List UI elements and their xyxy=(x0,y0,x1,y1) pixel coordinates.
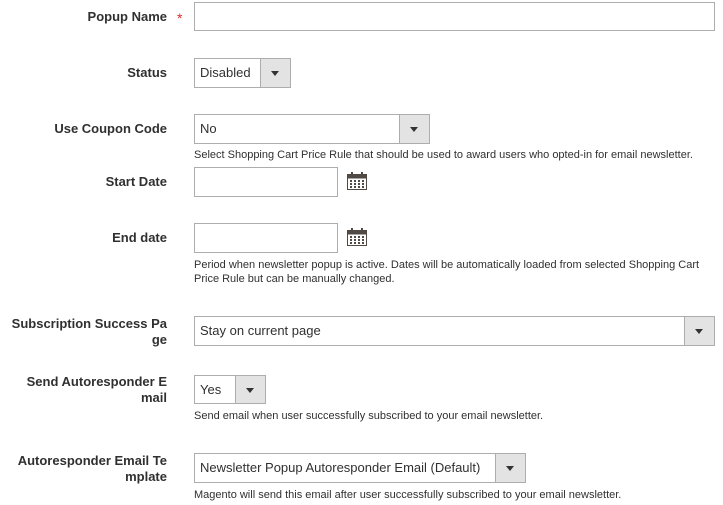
autoresponder-template-dropdown-button[interactable] xyxy=(495,454,525,482)
autoresponder-template-label-line2: mplate xyxy=(125,469,167,484)
start-date-label: Start Date xyxy=(105,174,167,189)
start-date-input[interactable] xyxy=(194,167,338,197)
chevron-down-icon xyxy=(271,71,279,76)
status-value: Disabled xyxy=(200,65,251,80)
autoresponder-template-select[interactable]: Newsletter Popup Autoresponder Email (De… xyxy=(194,453,526,483)
send-autoresponder-select[interactable]: Yes xyxy=(194,375,266,404)
use-coupon-note: Select Shopping Cart Price Rule that sho… xyxy=(194,149,693,161)
use-coupon-dropdown-button[interactable] xyxy=(399,115,429,143)
chevron-down-icon xyxy=(695,329,703,334)
send-autoresponder-label-line1: Send Autoresponder E xyxy=(26,374,167,389)
send-autoresponder-note: Send email when user successfully subscr… xyxy=(194,410,544,422)
status-dropdown-button[interactable] xyxy=(260,59,290,87)
success-page-value: Stay on current page xyxy=(200,323,321,338)
autoresponder-template-note: Magento will send this email after user … xyxy=(194,489,622,501)
use-coupon-label: Use Coupon Code xyxy=(54,121,167,136)
status-select[interactable]: Disabled xyxy=(194,58,291,88)
end-date-note-line2: Price Rule but can be manually changed. xyxy=(194,273,395,285)
use-coupon-select[interactable]: No xyxy=(194,114,430,144)
success-page-label-line2: ge xyxy=(151,332,167,347)
use-coupon-value: No xyxy=(200,121,217,136)
end-date-note-line1: Period when newsletter popup is active. … xyxy=(194,259,700,271)
calendar-icon[interactable] xyxy=(347,172,367,190)
success-page-label-line1: Subscription Success Pa xyxy=(11,316,167,331)
popup-name-input[interactable] xyxy=(194,2,715,31)
success-page-dropdown-button[interactable] xyxy=(684,317,714,345)
autoresponder-template-label-line1: Autoresponder Email Te xyxy=(17,453,167,468)
end-date-label: End date xyxy=(112,230,167,245)
end-date-input[interactable] xyxy=(194,223,338,253)
popup-name-label: Popup Name xyxy=(87,9,167,24)
required-asterisk: * xyxy=(177,10,183,26)
calendar-icon[interactable] xyxy=(347,228,367,246)
chevron-down-icon xyxy=(506,466,514,471)
send-autoresponder-label-line2: mail xyxy=(140,390,167,405)
send-autoresponder-value: Yes xyxy=(200,382,222,397)
chevron-down-icon xyxy=(246,388,254,393)
status-label: Status xyxy=(127,65,167,80)
chevron-down-icon xyxy=(410,127,418,132)
success-page-select[interactable]: Stay on current page xyxy=(194,316,715,346)
send-autoresponder-dropdown-button[interactable] xyxy=(235,376,265,403)
autoresponder-template-value: Newsletter Popup Autoresponder Email (De… xyxy=(200,460,481,475)
